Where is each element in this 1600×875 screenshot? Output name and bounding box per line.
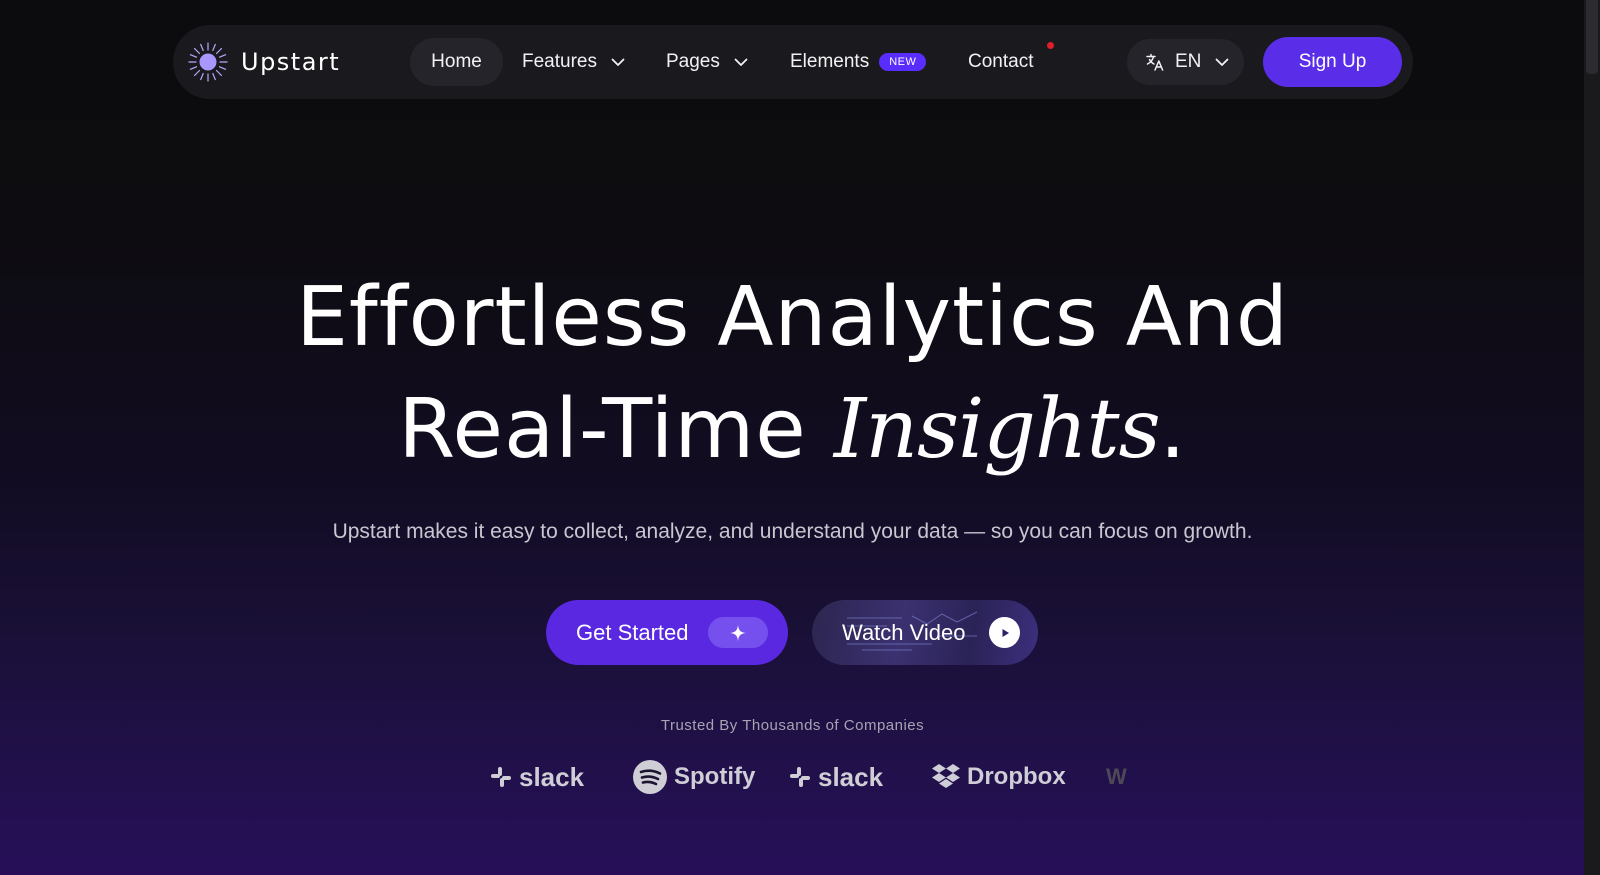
company-logos: slack Spotify slack Dropbox W [0, 755, 1585, 799]
slack-logo: slack [788, 755, 883, 799]
spotify-wordmark: Spotify [674, 763, 756, 790]
hero-subtitle: Upstart makes it easy to collect, analyz… [332, 520, 1253, 543]
sunburst-logo-icon [188, 42, 228, 82]
watch-video-button[interactable]: Watch Video [812, 600, 1038, 665]
chevron-down-icon [734, 58, 748, 66]
hero-title-line-1: Effortless Analytics And [296, 270, 1289, 365]
play-icon [989, 617, 1020, 648]
notification-dot [1047, 42, 1054, 49]
nav-contact-label: Contact [968, 51, 1034, 72]
get-started-label: Get Started [576, 619, 689, 645]
nav-home-label: Home [431, 51, 482, 72]
scrollbar-thumb[interactable] [1586, 0, 1598, 74]
trusted-by-caption: Trusted By Thousands of Companies [660, 717, 925, 734]
brand-name: Upstart [241, 48, 341, 76]
partial-logo-text: W [1106, 764, 1127, 789]
hero-title-italic: Insights [833, 382, 1161, 477]
navbar: Upstart Home Features Pages Elements NEW… [173, 25, 1413, 99]
nav-elements-label: Elements [790, 51, 870, 72]
nav-contact[interactable]: Contact [968, 38, 1033, 86]
slack-wordmark: slack [818, 761, 884, 792]
dropbox-logo: Dropbox [931, 755, 1066, 799]
scrollbar[interactable] [1584, 0, 1600, 875]
chevron-down-icon [1216, 58, 1229, 66]
new-badge: NEW [879, 53, 927, 71]
hero-title-line-2: Real-Time Insights. [0, 380, 1585, 480]
nav-features-label: Features [522, 51, 597, 72]
language-code: EN [1175, 51, 1202, 72]
slack-icon [491, 767, 511, 787]
get-started-button[interactable]: Get Started [546, 600, 788, 665]
slack-icon [790, 767, 810, 787]
nav-pages[interactable]: Pages [666, 38, 748, 86]
hero-title-regular: Real-Time [398, 382, 834, 477]
nav-features[interactable]: Features [522, 38, 625, 86]
nav-elements[interactable]: Elements NEW [790, 38, 927, 86]
nav-home[interactable]: Home [410, 38, 503, 86]
nav-pages-label: Pages [666, 51, 720, 72]
dropbox-icon [932, 764, 960, 788]
watch-video-label: Watch Video [842, 619, 966, 645]
spotify-icon [633, 760, 667, 794]
spotify-logo: Spotify [632, 755, 755, 799]
partial-logo: W [1106, 755, 1127, 799]
sparkle-icon [708, 617, 768, 648]
sign-up-button[interactable]: Sign Up [1263, 37, 1402, 87]
chevron-down-icon [611, 58, 625, 66]
dropbox-wordmark: Dropbox [967, 763, 1066, 790]
slack-wordmark: slack [519, 761, 585, 792]
slack-logo: slack [489, 755, 584, 799]
translate-icon [1146, 53, 1164, 71]
sign-up-label: Sign Up [1298, 51, 1367, 72]
brand[interactable]: Upstart [187, 41, 340, 83]
hero-title-period: . [1159, 382, 1187, 477]
language-selector[interactable]: EN [1127, 39, 1244, 85]
